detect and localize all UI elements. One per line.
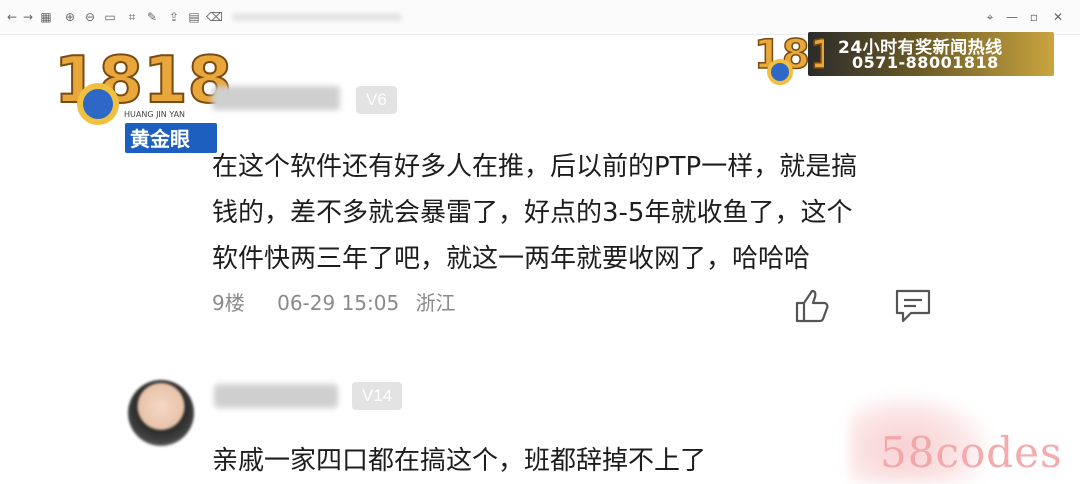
pin-icon[interactable]: ⌖	[982, 10, 998, 24]
blurred-username	[214, 384, 338, 408]
back-arrow-icon[interactable]: ←	[4, 10, 20, 24]
minimize-icon[interactable]: —	[1004, 10, 1020, 24]
level-badge: V6	[356, 86, 397, 114]
reply-comment-icon[interactable]	[894, 287, 932, 325]
like-thumbs-up-icon[interactable]	[794, 287, 832, 325]
zoom-in-icon[interactable]: ⊕	[62, 10, 78, 24]
comment-time: 06-29 15:05	[277, 291, 400, 315]
viewer-toolbar: ← → ▦ ⊕ ⊖ ▭ ⌗ ✎ ⇪ ▤ ⌫ ⌖ — ▫ ✕	[0, 0, 1080, 35]
logo-small-circle-icon	[767, 59, 793, 85]
comment-meta: 9楼 06-29 15:05 浙江	[212, 287, 482, 316]
edit-icon[interactable]: ✎	[144, 10, 160, 24]
comment-line: 钱的，差不多就会暴雷了，好点的3-5年就收鱼了，这个	[212, 198, 853, 228]
watermark: 58codes	[880, 428, 1063, 477]
comment-line: 在这个软件还有好多人在推，后以前的PTP一样，就是搞	[212, 152, 858, 182]
share-icon[interactable]: ⇪	[166, 10, 182, 24]
close-icon[interactable]: ✕	[1050, 10, 1066, 24]
comment-line: 软件快两三年了吧，就这一两年就要收网了，哈哈哈	[212, 244, 811, 274]
logo-subtitle: HUANG JIN YAN	[124, 110, 185, 119]
logo-name: 黄金眼	[130, 127, 190, 151]
forward-arrow-icon[interactable]: →	[20, 10, 36, 24]
paste-icon[interactable]: ▤	[186, 10, 202, 24]
maximize-icon[interactable]: ▫	[1026, 10, 1042, 24]
comment-body: 在这个软件还有好多人在推，后以前的PTP一样，就是搞 钱的，差不多就会暴雷了，好…	[212, 144, 972, 282]
comment-location: 浙江	[415, 291, 456, 315]
level-badge: V14	[352, 382, 403, 410]
station-logo-huangjinyan: 1818 HUANG JIN YAN 黄金眼	[54, 43, 233, 155]
hotline-number: 0571-88001818	[852, 53, 999, 72]
logo-circle-icon	[77, 83, 119, 125]
crop-icon[interactable]: ⌗	[124, 10, 140, 24]
blurred-username	[212, 86, 340, 110]
zoom-out-icon[interactable]: ⊖	[82, 10, 98, 24]
floor-number: 9楼	[212, 291, 245, 315]
station-logo-small: 1818	[754, 31, 824, 85]
delete-icon[interactable]: ⌫	[206, 10, 223, 24]
grid-icon[interactable]: ▦	[38, 10, 54, 24]
blurred-title	[232, 13, 402, 21]
avatar[interactable]	[128, 380, 194, 446]
fit-icon[interactable]: ▭	[102, 10, 118, 24]
